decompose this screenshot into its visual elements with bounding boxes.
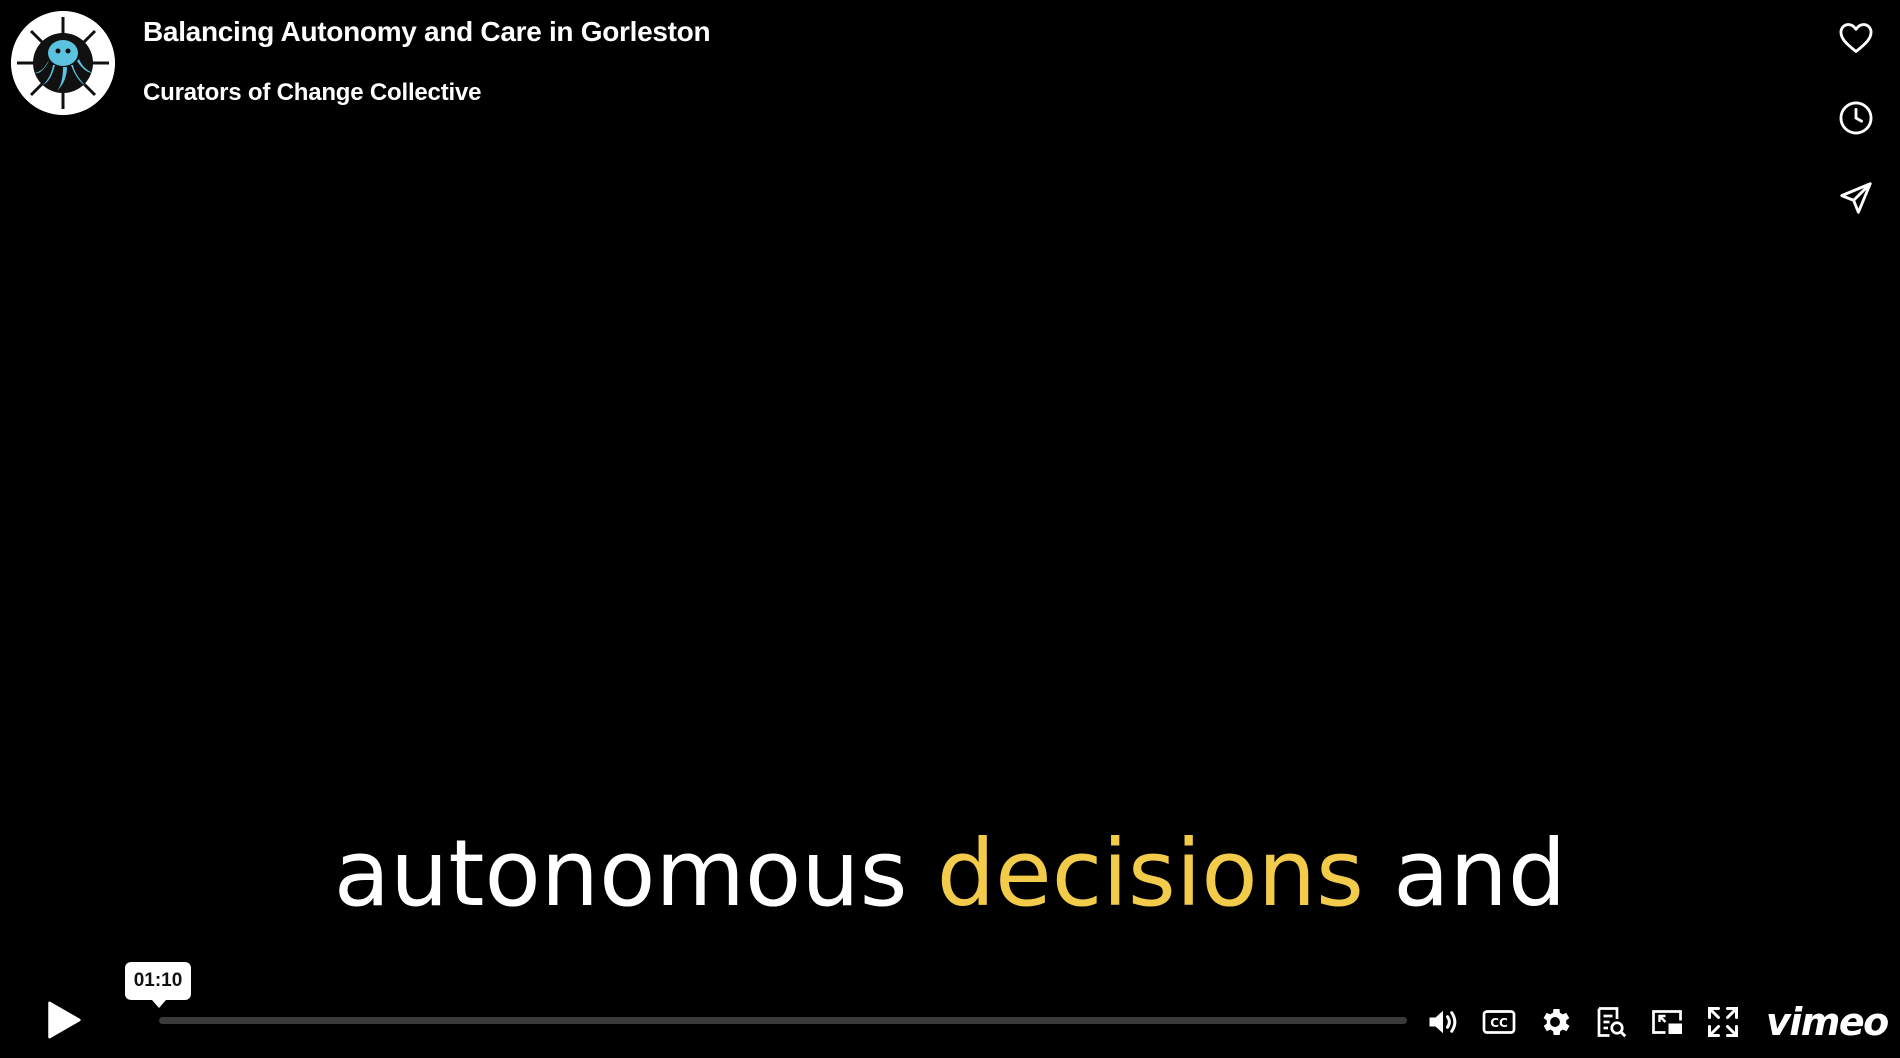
channel-avatar[interactable] bbox=[11, 11, 115, 115]
captions-button[interactable]: CC bbox=[1480, 1003, 1518, 1041]
share-button[interactable] bbox=[1832, 174, 1880, 222]
video-player[interactable]: Balancing Autonomy and Care in Gorleston… bbox=[0, 0, 1900, 1058]
heart-icon bbox=[1839, 23, 1873, 53]
picture-in-picture-icon bbox=[1652, 1010, 1682, 1034]
fullscreen-icon bbox=[1708, 1007, 1738, 1037]
paper-plane-icon bbox=[1840, 182, 1872, 214]
volume-button[interactable] bbox=[1424, 1003, 1462, 1041]
like-button[interactable] bbox=[1832, 14, 1880, 62]
transcript-button[interactable] bbox=[1592, 1003, 1630, 1041]
play-button[interactable] bbox=[40, 996, 88, 1044]
video-title[interactable]: Balancing Autonomy and Care in Gorleston bbox=[143, 16, 711, 48]
settings-button[interactable] bbox=[1536, 1003, 1574, 1041]
cc-icon: CC bbox=[1482, 1010, 1516, 1034]
vimeo-logo[interactable]: vimeo bbox=[1766, 1000, 1889, 1044]
octopus-logo-icon bbox=[11, 11, 115, 115]
pip-button[interactable] bbox=[1648, 1003, 1686, 1041]
volume-icon bbox=[1429, 1010, 1457, 1034]
play-icon bbox=[48, 1001, 81, 1039]
watch-later-button[interactable] bbox=[1832, 94, 1880, 142]
progress-bar[interactable] bbox=[159, 1017, 1407, 1024]
control-bar: CC vimeo bbox=[1424, 1000, 1889, 1044]
caption-text-before: autonomous bbox=[333, 820, 937, 927]
transcript-icon bbox=[1597, 1007, 1627, 1038]
channel-name[interactable]: Curators of Change Collective bbox=[143, 79, 481, 107]
caption-text-after: and bbox=[1363, 820, 1567, 927]
caption-highlight-word: decisions bbox=[936, 820, 1364, 927]
clock-icon bbox=[1839, 101, 1873, 135]
gear-icon bbox=[1543, 1008, 1570, 1036]
fullscreen-button[interactable] bbox=[1704, 1003, 1742, 1041]
hover-time-tooltip: 01:10 bbox=[125, 962, 191, 1008]
subtitle-caption: autonomous decisions and bbox=[0, 820, 1900, 927]
side-actions bbox=[1832, 14, 1880, 222]
svg-text:CC: CC bbox=[1490, 1016, 1508, 1030]
